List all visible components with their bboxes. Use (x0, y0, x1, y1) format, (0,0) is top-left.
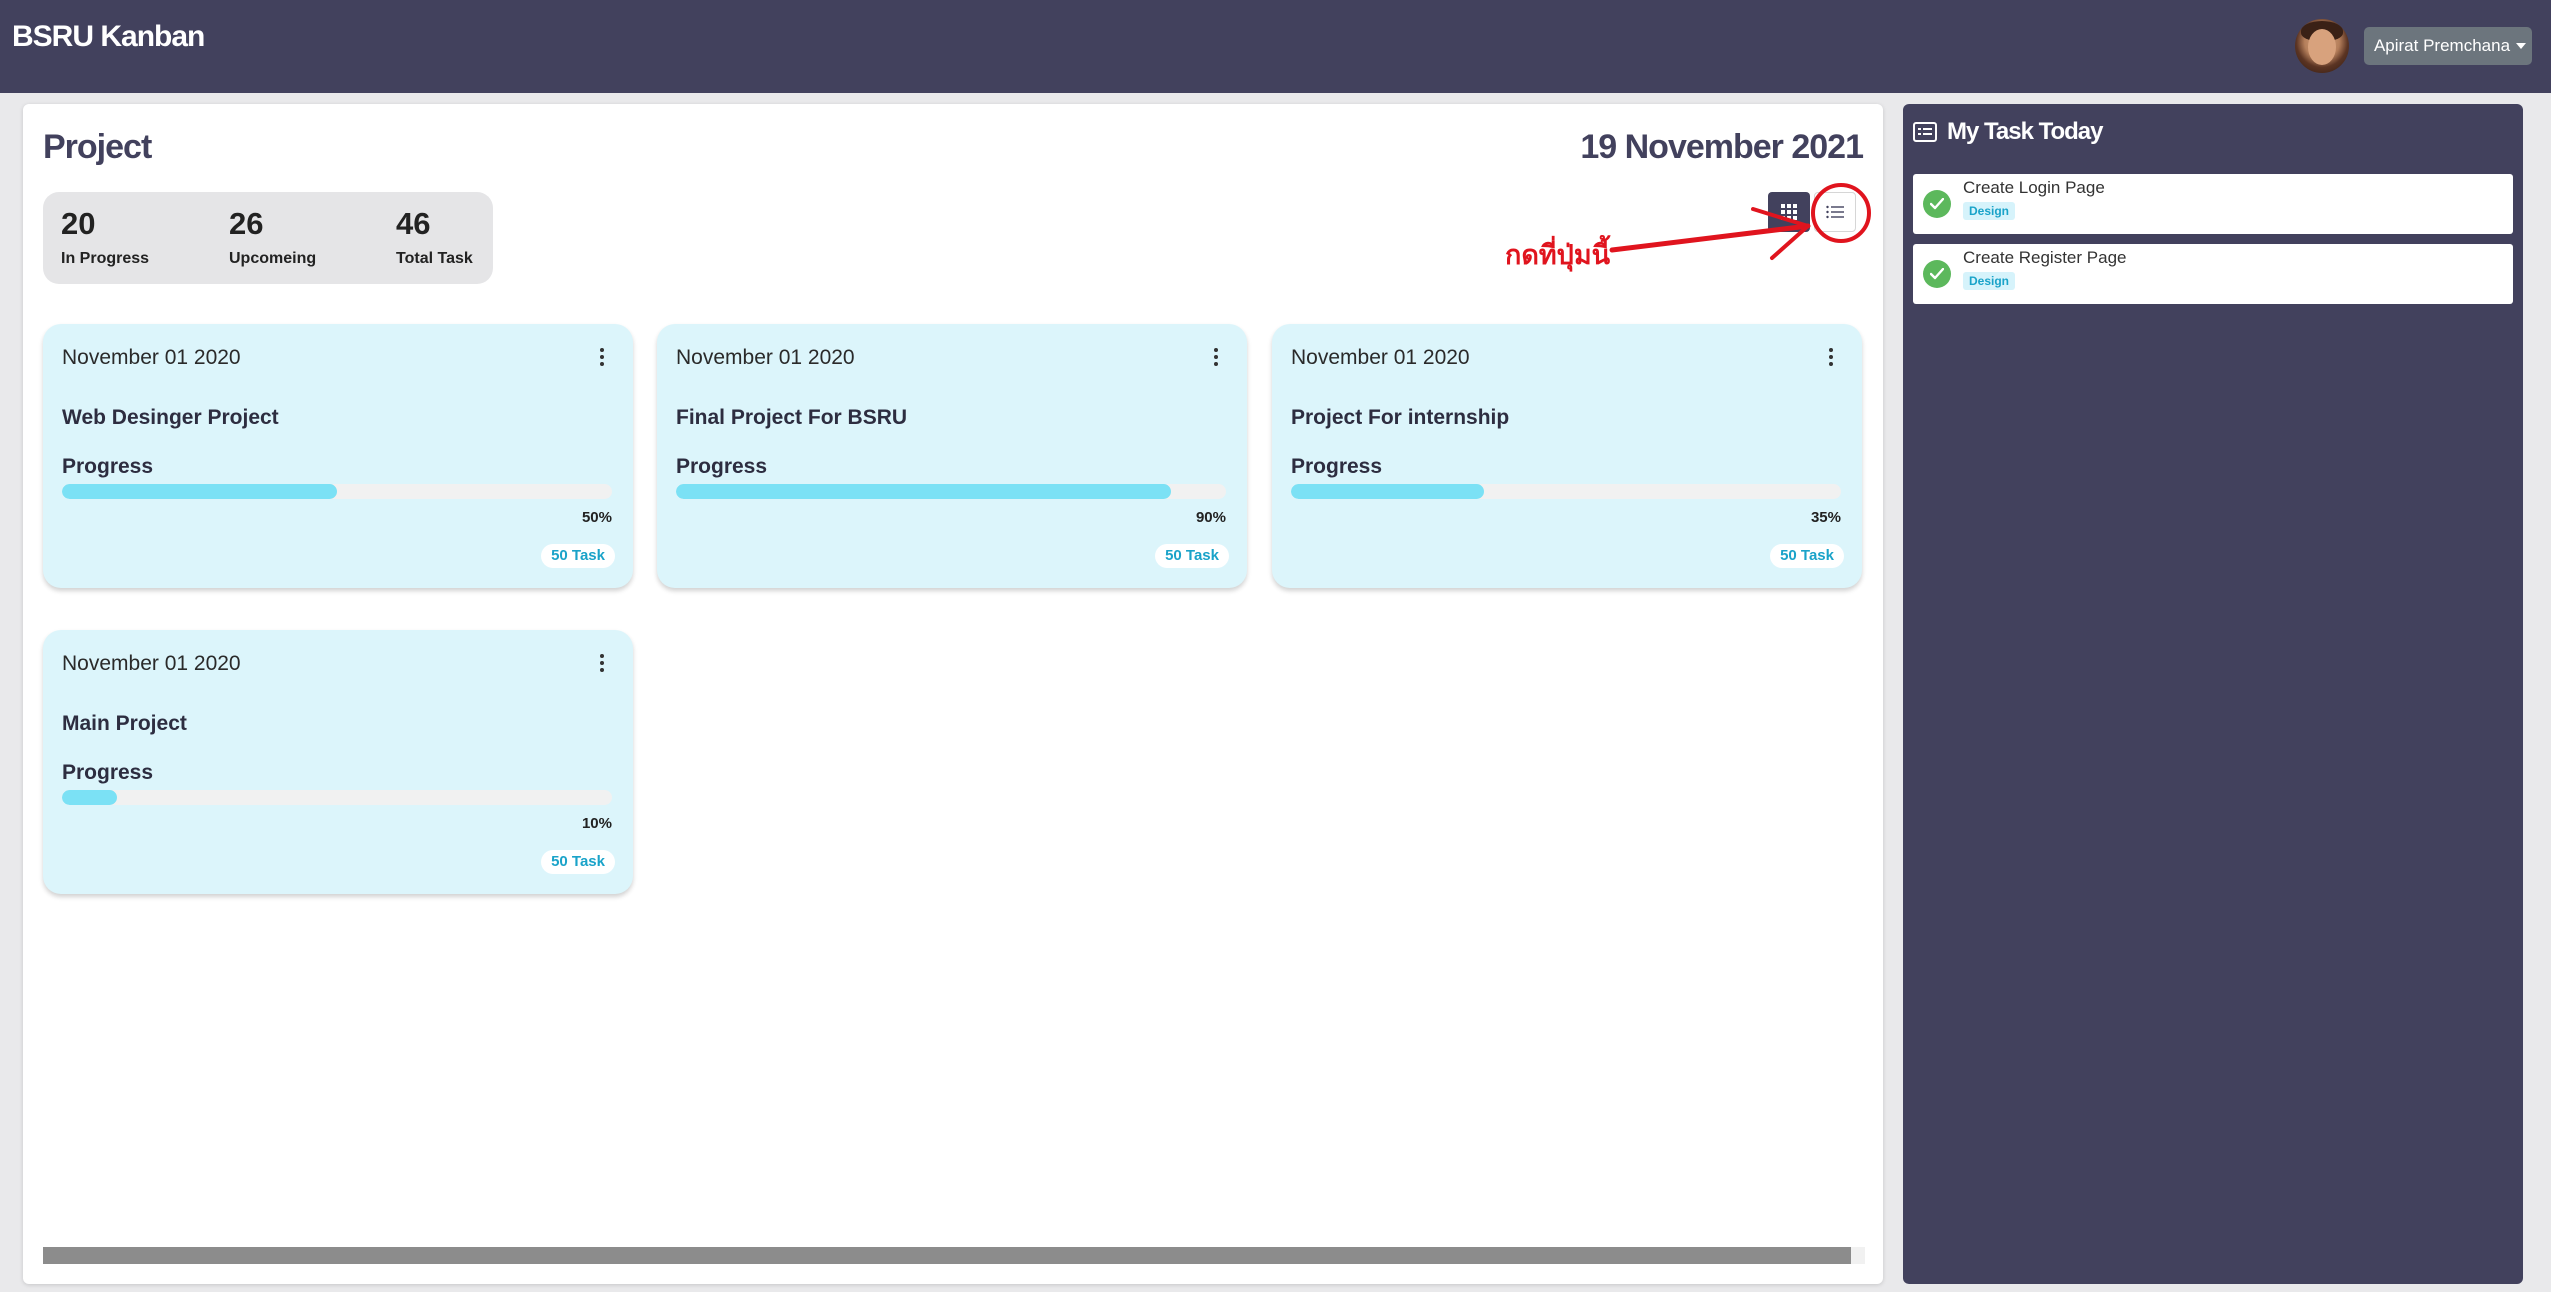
stat-value: 46 (396, 206, 431, 241)
progress-fill (62, 484, 337, 499)
project-card[interactable]: November 01 2020 Web Desinger Project Pr… (43, 324, 633, 588)
stat-upcoming: 26 Upcomeing (229, 206, 316, 268)
user-menu-button[interactable]: Apirat Premchana (2364, 27, 2532, 65)
task-count-badge: 50 Task (1155, 544, 1229, 568)
user-avatar[interactable] (2295, 19, 2349, 73)
progress-bar (62, 790, 612, 805)
task-count-badge: 50 Task (541, 544, 615, 568)
stat-value: 26 (229, 206, 264, 241)
check-circle-icon[interactable] (1923, 190, 1951, 218)
stat-label: Upcomeing (229, 250, 317, 267)
list-icon (1826, 205, 1844, 219)
scrollbar-thumb[interactable] (43, 1247, 1851, 1264)
more-options-icon[interactable] (599, 654, 605, 672)
annotation-text: กดที่ปุ่มนี้ (1505, 240, 1611, 271)
progress-bar (676, 484, 1226, 499)
progress-label: Progress (676, 455, 768, 478)
progress-fill (62, 790, 117, 805)
progress-bar (62, 484, 612, 499)
task-tag: Design (1963, 272, 2016, 290)
task-item[interactable]: Create Register Page Design (1913, 244, 2513, 304)
progress-percent: 35% (1810, 509, 1841, 526)
brand-logo[interactable]: BSRU Kanban (12, 20, 205, 54)
task-count-badge: 50 Task (541, 850, 615, 874)
project-date: November 01 2020 (676, 346, 855, 369)
list-view-button[interactable] (1814, 192, 1856, 232)
project-date: November 01 2020 (62, 346, 241, 369)
stat-total-task: 46 Total Task (396, 206, 473, 268)
more-options-icon[interactable] (1213, 348, 1219, 366)
progress-percent: 10% (581, 815, 612, 832)
project-card[interactable]: November 01 2020 Main Project Progress 1… (43, 630, 633, 894)
progress-fill (676, 484, 1171, 499)
project-card[interactable]: November 01 2020 Project For internship … (1272, 324, 1862, 588)
stats-summary: 20 In Progress 26 Upcomeing 46 Total Tas… (43, 192, 493, 284)
stat-in-progress: 20 In Progress (61, 206, 149, 268)
task-item[interactable]: Create Login Page Design (1913, 174, 2513, 234)
current-date: 19 November 2021 (1580, 128, 1864, 166)
more-options-icon[interactable] (599, 348, 605, 366)
caret-down-icon (2516, 43, 2527, 49)
progress-label: Progress (62, 455, 154, 478)
stat-value: 20 (61, 206, 96, 241)
project-name: Final Project For BSRU (676, 406, 908, 429)
user-name: Apirat Premchana (2373, 36, 2511, 55)
page-title: Project (43, 128, 152, 166)
project-name: Project For internship (1291, 406, 1510, 429)
stat-label: Total Task (396, 250, 473, 267)
progress-percent: 90% (1195, 509, 1226, 526)
task-name: Create Login Page (1963, 178, 2105, 197)
task-list-icon (1913, 122, 1937, 142)
grid-icon (1781, 204, 1797, 220)
sidebar-title: My Task Today (1947, 118, 2103, 145)
project-name: Main Project (62, 712, 187, 735)
project-card[interactable]: November 01 2020 Final Project For BSRU … (657, 324, 1247, 588)
check-circle-icon[interactable] (1923, 260, 1951, 288)
progress-label: Progress (62, 761, 154, 784)
progress-bar (1291, 484, 1841, 499)
progress-label: Progress (1291, 455, 1383, 478)
my-task-sidebar: My Task Today Create Login Page Design C… (1903, 104, 2523, 1284)
progress-fill (1291, 484, 1484, 499)
task-count-badge: 50 Task (1770, 544, 1844, 568)
task-name: Create Register Page (1963, 248, 2127, 267)
project-date: November 01 2020 (62, 652, 241, 675)
task-tag: Design (1963, 202, 2016, 220)
stat-label: In Progress (61, 250, 150, 267)
project-panel: Project 19 November 2021 20 In Progress … (23, 104, 1883, 1284)
horizontal-scrollbar[interactable] (43, 1247, 1865, 1264)
project-name: Web Desinger Project (62, 406, 279, 429)
progress-percent: 50% (581, 509, 612, 526)
more-options-icon[interactable] (1828, 348, 1834, 366)
top-navbar: BSRU Kanban Apirat Premchana (0, 0, 2551, 93)
project-date: November 01 2020 (1291, 346, 1470, 369)
grid-view-button[interactable] (1768, 192, 1810, 232)
